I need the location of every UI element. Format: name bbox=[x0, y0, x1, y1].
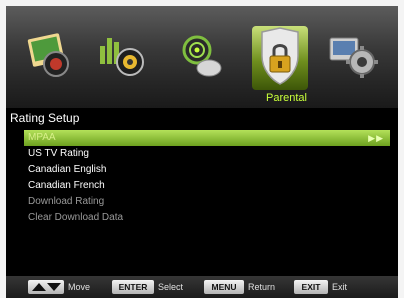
select-hint: Select bbox=[158, 282, 184, 292]
exit-key: EXIT bbox=[294, 280, 328, 294]
menu-item-clear-download-data: Clear Download Data bbox=[24, 210, 390, 226]
menu-item-mpaa[interactable]: MPAA ▶▶ bbox=[24, 130, 390, 146]
menu-item-us-tv-rating[interactable]: US TV Rating bbox=[24, 146, 390, 162]
menu-item-label: Download Rating bbox=[28, 196, 105, 207]
up-down-arrows-icon bbox=[32, 283, 61, 291]
menu-item-label: US TV Rating bbox=[28, 148, 89, 159]
menu-item-label: MPAA bbox=[28, 132, 56, 143]
up-down-arrows-key bbox=[28, 280, 64, 294]
move-hint: Move bbox=[68, 282, 91, 292]
menu-item-download-rating: Download Rating bbox=[24, 194, 390, 210]
return-hint: Return bbox=[248, 282, 276, 292]
key-hint-bar: Move ENTER Select MENU Return EXIT Exit bbox=[6, 276, 398, 298]
menu-item-label: Canadian French bbox=[28, 180, 105, 191]
parental-tab[interactable] bbox=[252, 26, 308, 90]
exit-hint: Exit bbox=[332, 282, 348, 292]
category-bar: Parental bbox=[6, 6, 398, 108]
tv-menu-screen: Parental Rating Setup MPAA ▶▶ US TV Rati… bbox=[6, 6, 398, 298]
channel-icon[interactable] bbox=[171, 28, 233, 84]
section-label: Parental bbox=[266, 92, 307, 104]
menu-item-canadian-french[interactable]: Canadian French bbox=[24, 178, 390, 194]
parental-lock-icon bbox=[261, 27, 299, 85]
page-title: Rating Setup bbox=[10, 111, 80, 125]
menu-item-label: Canadian English bbox=[28, 164, 107, 175]
sound-icon[interactable] bbox=[92, 28, 154, 84]
menu-item-label: Clear Download Data bbox=[28, 212, 124, 223]
menu-key: MENU bbox=[204, 280, 244, 294]
enter-key: ENTER bbox=[112, 280, 154, 294]
menu-item-canadian-english[interactable]: Canadian English bbox=[24, 162, 390, 178]
rating-menu: MPAA ▶▶ US TV Rating Canadian English Ca… bbox=[24, 130, 390, 226]
forward-arrows-icon: ▶▶ bbox=[368, 133, 384, 143]
setup-gear-icon[interactable] bbox=[324, 28, 386, 84]
picture-icon[interactable] bbox=[20, 28, 82, 84]
